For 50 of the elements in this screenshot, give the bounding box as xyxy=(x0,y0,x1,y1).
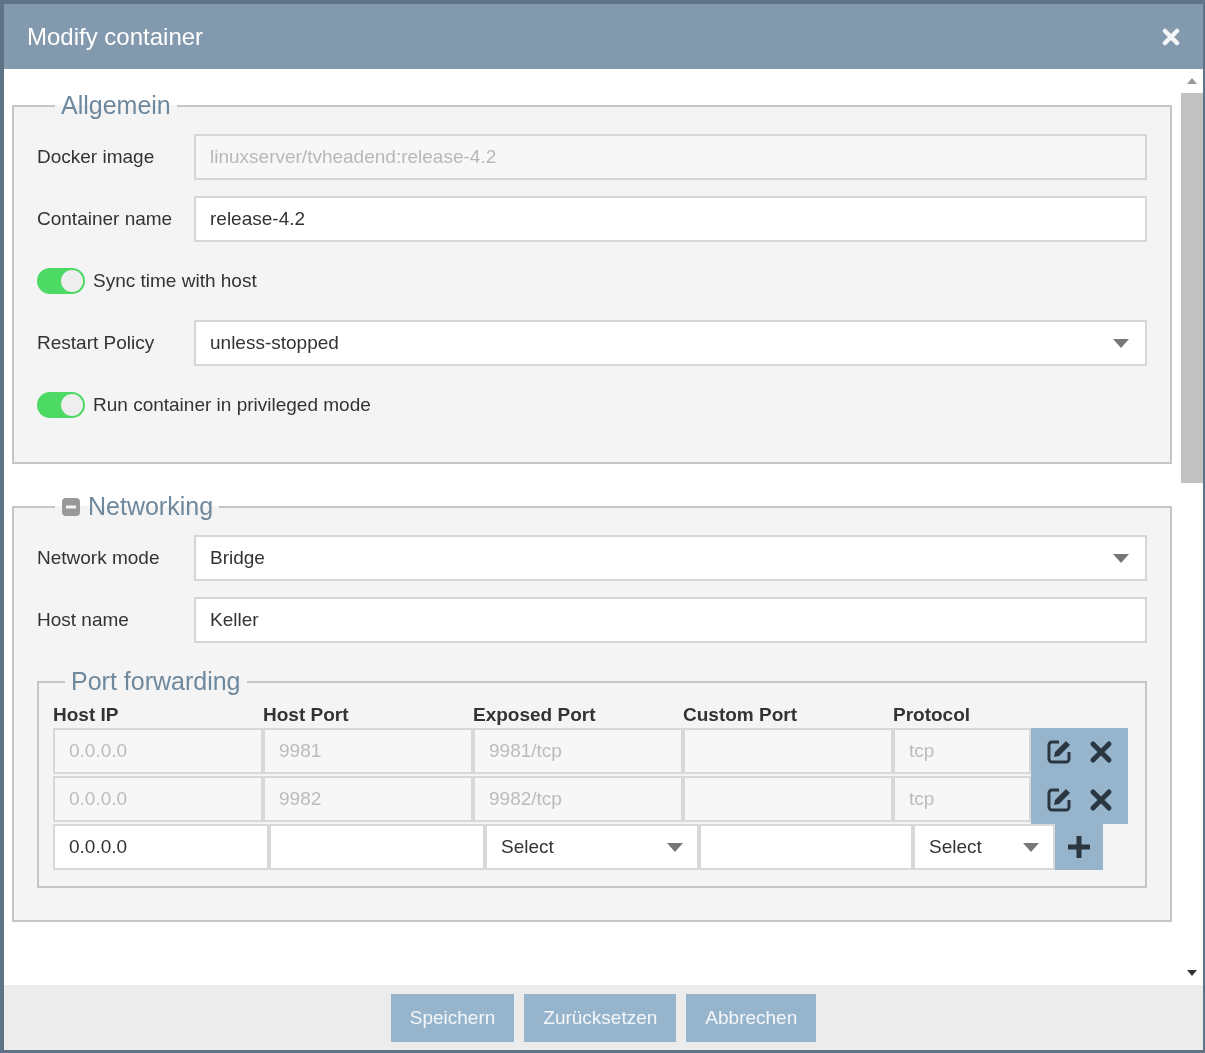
column-header: Custom Port xyxy=(683,704,798,726)
caret-icon xyxy=(667,842,683,852)
caret-icon xyxy=(1023,842,1039,852)
port-field[interactable] xyxy=(269,824,485,870)
footer-button[interactable]: Abbrechen xyxy=(686,993,817,1042)
section-title: Networking xyxy=(88,492,214,521)
add-button[interactable] xyxy=(1055,824,1103,870)
field-label: Host name xyxy=(37,609,130,631)
section-title: Port forwarding xyxy=(71,667,241,696)
close-button[interactable] xyxy=(1162,27,1180,46)
dropdown-field[interactable]: Bridge xyxy=(194,535,1147,581)
caret-icon xyxy=(1113,338,1129,348)
field-label: Container name xyxy=(37,208,174,230)
dialog-title: Modify container xyxy=(27,22,204,51)
footer-button[interactable]: Speichern xyxy=(390,993,515,1042)
plus-icon xyxy=(1066,834,1092,860)
toggle-switch[interactable] xyxy=(37,392,85,418)
scroll-thumb[interactable] xyxy=(1181,93,1203,483)
port-field[interactable] xyxy=(699,824,913,870)
port-field[interactable]: 0.0.0.0 xyxy=(53,824,269,870)
column-header: Host IP xyxy=(53,704,120,726)
column-header: Protocol xyxy=(893,704,972,726)
toggle-switch[interactable] xyxy=(37,268,85,294)
footer-button[interactable]: Zurücksetzen xyxy=(524,993,677,1042)
delete-button[interactable] xyxy=(1089,740,1114,764)
dropdown-field[interactable]: Select xyxy=(913,824,1055,870)
caret-icon xyxy=(1113,553,1129,563)
column-header: Exposed Port xyxy=(473,704,597,726)
delete-icon xyxy=(1089,788,1114,812)
text-field[interactable]: release-4.2 xyxy=(194,196,1147,242)
field-label: Restart Policy xyxy=(37,332,156,354)
section-title: Allgemein xyxy=(61,91,171,120)
edit-button[interactable] xyxy=(1045,787,1072,813)
text-field[interactable]: Keller xyxy=(194,597,1147,643)
edit-icon xyxy=(1045,787,1072,813)
scroll-up-icon[interactable] xyxy=(1186,77,1198,85)
toggle-label: Run container in privileged mode xyxy=(93,394,371,416)
edit-button[interactable] xyxy=(1045,739,1072,765)
column-header: Host Port xyxy=(263,704,350,726)
close-icon xyxy=(1162,27,1180,46)
delete-button[interactable] xyxy=(1089,788,1114,812)
delete-icon xyxy=(1089,740,1114,764)
minus-icon[interactable] xyxy=(61,496,81,517)
field-label: Docker image xyxy=(37,146,156,168)
dropdown-field[interactable]: unless-stopped xyxy=(194,320,1147,366)
scroll-down-icon[interactable] xyxy=(1186,969,1198,977)
dropdown-field[interactable]: Select xyxy=(485,824,699,870)
field-label: Network mode xyxy=(37,547,161,569)
edit-icon xyxy=(1045,739,1072,765)
toggle-label: Sync time with host xyxy=(93,270,257,292)
